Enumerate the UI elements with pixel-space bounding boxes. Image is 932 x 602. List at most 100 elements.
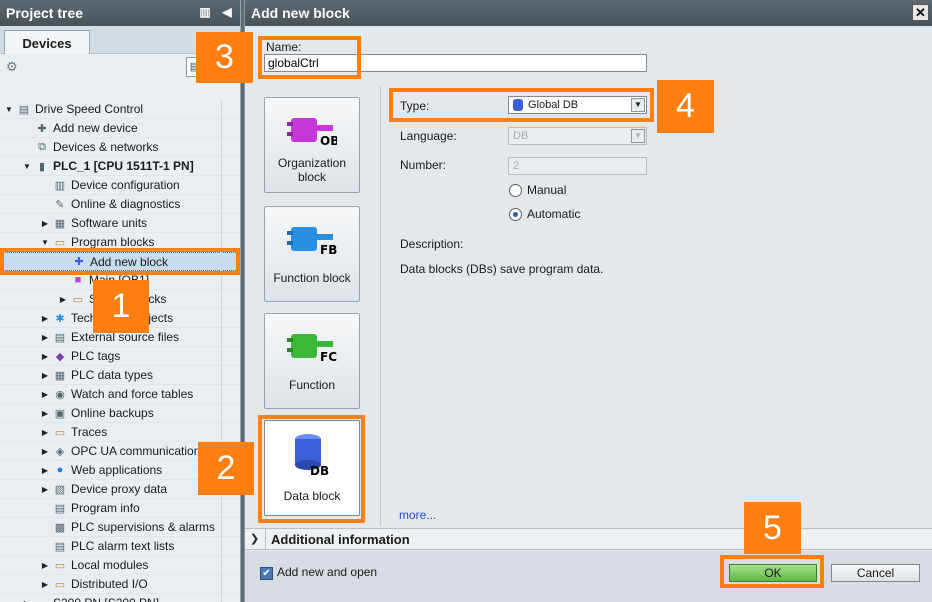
folder-icon: ▭ [72,293,84,306]
callout-4: 4 [657,80,714,133]
add-and-open-checkbox[interactable]: ✔ [260,567,273,580]
tab-devices[interactable]: Devices [4,30,90,55]
manual-radio-label: Manual [527,183,567,197]
project-tree-title: Project tree [6,5,84,21]
tree-item-label: Traces [71,425,108,439]
svg-text:FB: FB [320,243,337,257]
expand-right-icon[interactable]: ▶ [40,447,50,456]
folder-icon: ▭ [54,559,66,572]
tree-item-label: PLC tags [71,349,121,363]
tree-item-label: PLC data types [71,368,154,382]
tree-item[interactable]: ▶▭S200 PN [S200 PN] [0,594,240,602]
description-label: Description: [400,237,464,251]
tree-item-label: Drive Speed Control [35,102,144,116]
expand-right-icon[interactable]: ▶ [40,314,50,323]
expand-right-icon[interactable]: ▶ [40,580,50,589]
function-block-button[interactable]: FB Function block [264,206,360,302]
tree-item[interactable]: ▤ Program info [0,499,240,518]
highlight-ok-button [720,555,824,588]
tree-item[interactable]: ▥ Device configuration [0,176,240,195]
tree-item[interactable]: ▶ ▦ Software units [0,214,240,233]
tree-item[interactable]: ▤ PLC alarm text lists [0,537,240,556]
close-button[interactable]: ✕ [912,4,929,21]
expand-right-icon[interactable]: ▶ [40,333,50,342]
organization-block-button[interactable]: OB Organization block [264,97,360,193]
highlight-name-field [258,36,361,79]
add-device-icon: ✚ [37,122,47,135]
expand-right-icon[interactable]: ▶ [40,371,50,380]
tree-item[interactable]: ✎ Online & diagnostics [0,195,240,214]
ob-block-icon: OB [287,118,337,148]
callout-2: 2 [198,442,254,495]
tree-options-icon[interactable]: ⚙ [6,59,22,75]
cancel-button[interactable]: Cancel [831,564,920,582]
svg-text:OB: OB [320,134,337,148]
svg-text:FC: FC [320,350,337,364]
folder-icon: ▭ [54,426,66,439]
fc-block-icon: FC [287,334,337,364]
split-view-icon[interactable]: ▥ [198,5,212,19]
tree-item[interactable]: ▶ ▣ Online backups [0,404,240,423]
function-label: Function [288,378,336,392]
manual-radio[interactable]: Manual [509,183,566,197]
additional-information-bar[interactable]: ❯ Additional information [245,528,932,550]
expand-right-icon[interactable]: ▶ [40,352,50,361]
proxy-icon: ▧ [54,483,66,496]
tree-item-label: Software units [71,216,148,230]
folder-icon: ▭ [54,236,66,249]
tree-item[interactable]: ▼ ▤ Drive Speed Control [0,100,240,119]
opcua-icon: ◈ [55,445,65,458]
tree-item-label: PLC_1 [CPU 1511T-1 PN] [53,159,194,173]
project-icon: ▤ [18,103,30,116]
tree-item[interactable]: ▶ ▭ Traces [0,423,240,442]
language-value: DB [513,130,529,142]
project-tree-header: Project tree ▥ ◀ [0,0,240,26]
tree-item[interactable]: ▼ ▮ PLC_1 [CPU 1511T-1 PN] [0,157,240,176]
folder-icon: ▭ [54,578,66,591]
automatic-radio-dot[interactable] [509,207,522,221]
expand-right-icon[interactable]: ▶ [40,390,50,399]
expand-right-icon[interactable]: ▶ [40,409,50,418]
tree-item[interactable]: ⧉ Devices & networks [0,138,240,157]
expand-right-icon[interactable]: ▶ [40,485,50,494]
expand-down-icon[interactable]: ▼ [4,105,14,114]
manual-radio-dot[interactable] [509,183,522,197]
tree-item-label: Device proxy data [71,482,168,496]
additional-info-divider [265,529,266,549]
expand-down-icon[interactable]: ▼ [40,238,50,247]
tree-item-label: PLC supervisions & alarms [71,520,216,534]
automatic-radio[interactable]: Automatic [509,207,580,221]
tree-item-label: Devices & networks [53,140,159,154]
tree-item[interactable]: ▶ ▦ PLC data types [0,366,240,385]
drive-icon: ▭ [34,596,50,602]
fb-block-icon: FB [287,227,337,257]
network-icon: ⧉ [38,140,46,153]
tree-item[interactable]: ▩ PLC supervisions & alarms [0,518,240,537]
tree-item[interactable]: ▶ ◉ Watch and force tables [0,385,240,404]
expand-down-icon[interactable]: ▼ [22,162,32,171]
tree-item[interactable]: ▶ ▭ Distributed I/O [0,575,240,594]
expand-right-icon[interactable]: ▶ [40,561,50,570]
more-link[interactable]: more... [399,508,436,522]
expand-right-icon[interactable]: ▶ [22,599,32,602]
automatic-radio-label: Automatic [527,207,581,221]
language-label: Language: [400,129,457,143]
expand-right-icon[interactable]: ▶ [40,466,50,475]
highlight-type-field [389,88,654,122]
expand-right-icon[interactable]: ▶ [40,219,50,228]
tree-list: ▼ ▤ Drive Speed Control ✚ Add new device ⧉ Dev… [0,100,240,602]
tree-item[interactable]: ✚ Add new device [0,119,240,138]
callout-1: 1 [93,280,149,333]
tree-item-label: Local modules [71,558,149,572]
chevron-right-icon[interactable]: ❯ [250,532,259,545]
expand-right-icon[interactable]: ▶ [58,295,68,304]
plc-tags-icon: ◆ [55,350,65,363]
tree-item[interactable]: ▶ ▭ Local modules [0,556,240,575]
tree-item[interactable]: ▶ ◆ PLC tags [0,347,240,366]
collapse-panel-icon[interactable]: ◀ [220,5,234,19]
backup-icon: ▣ [54,407,66,420]
highlight-data-block [258,415,365,523]
function-button[interactable]: FC Function [264,313,360,409]
expand-right-icon[interactable]: ▶ [40,428,50,437]
tree-item-label: Online backups [71,406,154,420]
